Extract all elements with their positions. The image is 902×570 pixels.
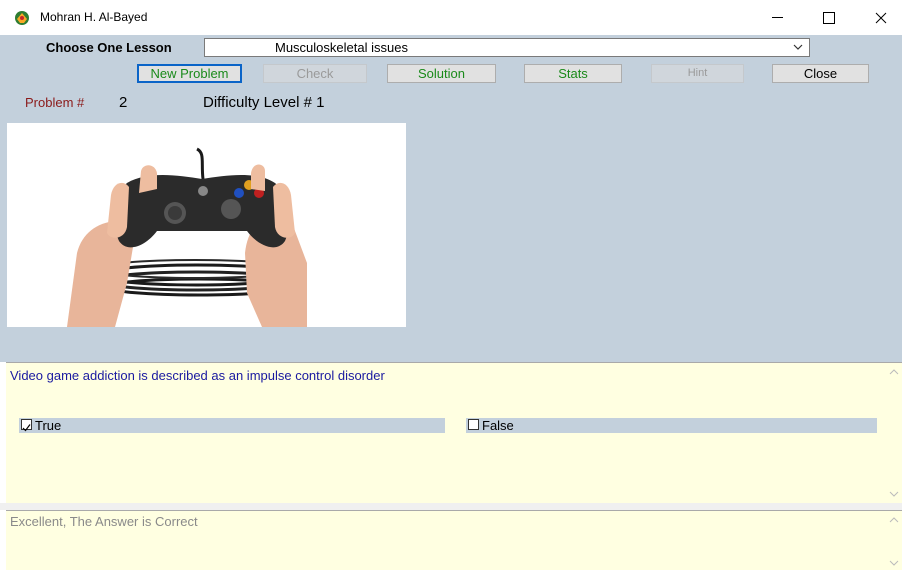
true-checkbox[interactable] — [21, 419, 32, 432]
false-checkbox[interactable] — [468, 419, 479, 430]
scroll-up-icon[interactable] — [888, 367, 900, 377]
game-controller-hands-image — [7, 123, 406, 327]
difficulty-level: Difficulty Level # 1 — [203, 94, 325, 111]
feedback-panel: Excellent, The Answer is Correct — [6, 510, 902, 570]
lesson-select[interactable]: Musculoskeletal issues — [204, 38, 810, 57]
lesson-selected-value: Musculoskeletal issues — [275, 40, 408, 55]
feedback-scroll-up-icon[interactable] — [888, 515, 900, 525]
title-bar: Mohran H. Al-Bayed — [0, 0, 902, 35]
lesson-label: Choose One Lesson — [46, 40, 172, 55]
checkmark-icon — [22, 424, 31, 432]
main-panel: Choose One Lesson Musculoskeletal issues… — [0, 35, 902, 362]
maximize-button[interactable] — [806, 0, 852, 35]
new-problem-button[interactable]: New Problem — [137, 64, 242, 83]
feedback-text: Excellent, The Answer is Correct — [10, 514, 198, 529]
minimize-button[interactable] — [754, 0, 800, 35]
problem-label: Problem # — [25, 95, 85, 110]
option-false-label: False — [482, 418, 514, 433]
chevron-down-icon[interactable] — [792, 41, 804, 53]
app-icon — [15, 11, 29, 25]
question-panel: Video game addiction is described as an … — [6, 362, 902, 503]
problem-image — [7, 123, 406, 327]
option-true[interactable]: True — [19, 418, 445, 433]
maximize-icon — [823, 11, 835, 24]
question-text: Video game addiction is described as an … — [10, 368, 385, 383]
solution-button[interactable]: Solution — [387, 64, 496, 83]
problem-number: 2 — [119, 94, 128, 111]
close-button[interactable]: Close — [772, 64, 869, 83]
scroll-down-icon[interactable] — [888, 489, 900, 499]
stats-button[interactable]: Stats — [524, 64, 622, 83]
option-false[interactable]: False — [466, 418, 877, 433]
minimize-icon — [771, 17, 783, 18]
hint-button[interactable]: Hint — [651, 64, 744, 83]
feedback-scroll-down-icon[interactable] — [888, 558, 900, 568]
close-icon — [875, 12, 887, 23]
close-window-button[interactable] — [858, 0, 902, 35]
window-title: Mohran H. Al-Bayed — [40, 10, 148, 24]
check-button[interactable]: Check — [263, 64, 367, 83]
panel-divider — [0, 503, 902, 510]
option-true-label: True — [35, 418, 62, 433]
